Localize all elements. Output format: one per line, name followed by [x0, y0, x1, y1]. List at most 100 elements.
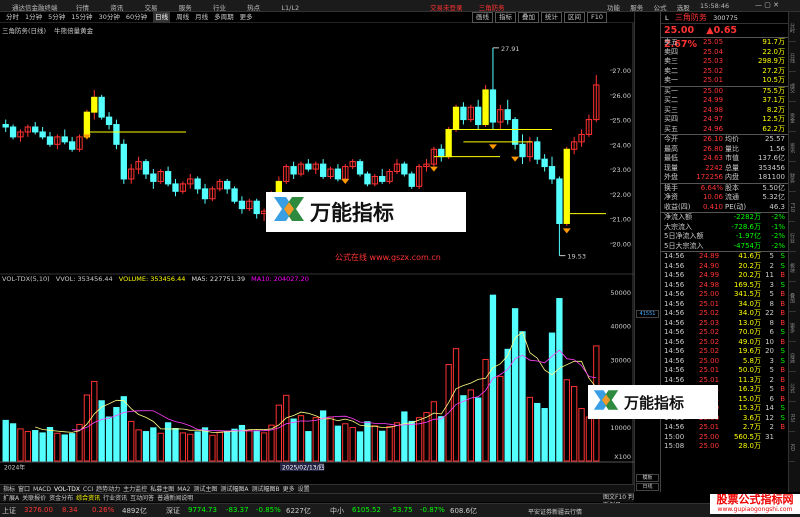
- tool-button-1[interactable]: 指标: [495, 12, 516, 23]
- tick-s: 14: [765, 404, 774, 412]
- tick-t: 14:56: [664, 280, 685, 289]
- price-tick: 22.00: [612, 191, 631, 199]
- volume-bar: [556, 298, 563, 462]
- candle-body: [46, 136, 54, 145]
- menu-l2[interactable]: L1/L2: [281, 4, 299, 12]
- ask-qty: 22.0万: [762, 47, 785, 56]
- volume-bar: [438, 416, 445, 462]
- period-tab-6[interactable]: 日线: [153, 12, 171, 23]
- info-tab-0[interactable]: 扩展A: [3, 495, 19, 503]
- tick-row: 14:56 25.01 50.0万 5 B: [661, 366, 788, 376]
- tick-row: 14:56 25.00 5.8万 3 S: [661, 357, 788, 367]
- kline-chart[interactable]: 27.91 19.53 27.00 26.00 25.00 24.00 23.00 22.0…: [0, 23, 634, 485]
- flow-row: 5日净流入额 -1.97亿 -2%: [661, 232, 788, 242]
- info-tab-6[interactable]: 普通新闻说明: [157, 495, 193, 503]
- vol-name[interactable]: VOL-TDX(5,10): [2, 275, 50, 283]
- stat-l1: 最低: [664, 154, 678, 162]
- menu-select[interactable]: 选股: [677, 4, 690, 12]
- menu-bar: 通达信金融终端 行情 资讯 交易 服务 行业 热点 L1/L2 交易未登录 三角…: [0, 0, 800, 12]
- volume-bar: [401, 411, 408, 462]
- period-tab-2[interactable]: 5分钟: [48, 12, 65, 23]
- ask-lbl: 卖一: [664, 76, 678, 84]
- tick-p: 25.02: [699, 337, 720, 346]
- stock-code: 300775: [713, 14, 738, 22]
- side-tab-8[interactable]: 板块: [789, 252, 796, 282]
- side-tab-12[interactable]: 公式: [789, 372, 796, 402]
- period-tab-7[interactable]: 周线: [176, 12, 189, 23]
- side-tab-10[interactable]: 更多: [789, 312, 796, 342]
- bid-qty: 37.1万: [762, 96, 785, 104]
- menu-svc[interactable]: 服务: [630, 4, 643, 12]
- volume-bar: [327, 416, 334, 462]
- period-tab-4[interactable]: 30分钟: [99, 12, 120, 23]
- side-tab-1[interactable]: 日线: [789, 42, 796, 72]
- period-tab-5[interactable]: 60分钟: [126, 12, 147, 23]
- menu-market[interactable]: 行情: [76, 4, 89, 12]
- login-status[interactable]: 交易未登录: [430, 4, 463, 12]
- window-controls[interactable]: — ▢ ✕: [755, 1, 779, 9]
- side-tab-13[interactable]: RSI: [789, 402, 795, 432]
- side-tab-5[interactable]: 财务: [789, 162, 796, 192]
- menu-func[interactable]: 功能: [607, 4, 620, 12]
- tick-list[interactable]: 14:56 24.89 41.6万 5 S 14:56 24.90 20.2万 2 S 14:56 2…: [661, 252, 788, 452]
- period-tab-1[interactable]: 1分钟: [25, 12, 42, 23]
- side-tab-7[interactable]: 行业: [789, 222, 796, 252]
- tick-v: 28.0万: [738, 442, 761, 450]
- menu-service[interactable]: 服务: [179, 4, 192, 12]
- tick-s: 11: [765, 271, 774, 279]
- tick-row: 14:56 25.02 49.0万 10 B: [661, 338, 788, 348]
- price-change: ▲0.65: [706, 25, 738, 36]
- ask-qty: 298.9万: [757, 57, 785, 65]
- high-label: 27.91: [501, 45, 520, 53]
- period-tab-8[interactable]: 月线: [195, 12, 208, 23]
- menu-trade[interactable]: 交易: [144, 4, 157, 12]
- watermark-logo-2: 万能指标: [588, 385, 718, 419]
- side-tab-11[interactable]: 自选: [789, 342, 796, 372]
- side-tab-9[interactable]: 叠加: [789, 282, 796, 312]
- info-tab-5[interactable]: 互动问答: [130, 495, 154, 503]
- info-tab-2[interactable]: 资金分布: [49, 495, 73, 503]
- volume-bar: [216, 431, 223, 462]
- side-tab-3[interactable]: 资金: [789, 102, 796, 132]
- menu-hot[interactable]: 热点: [247, 4, 260, 12]
- template-button[interactable]: 模板: [636, 474, 659, 482]
- candle-body: [556, 178, 563, 224]
- period-tab-3[interactable]: 15分钟: [71, 12, 92, 23]
- menu-formula[interactable]: 公式: [653, 4, 666, 12]
- tick-v: 34.0万: [738, 309, 761, 317]
- side-tab-2[interactable]: 成交: [789, 72, 796, 102]
- info-tab-1[interactable]: 关联报价: [22, 495, 46, 503]
- tick-d: B: [780, 318, 785, 327]
- tool-button-4[interactable]: 区间: [564, 12, 585, 23]
- side-tab-0[interactable]: 分时: [789, 12, 796, 42]
- daily-button[interactable]: 日线: [636, 483, 659, 491]
- info-tab-4[interactable]: 行业资讯: [103, 495, 127, 503]
- period-tab-9[interactable]: 多周期: [214, 12, 234, 23]
- tool-button-2[interactable]: 叠加: [518, 12, 539, 23]
- menu-news[interactable]: 资讯: [110, 4, 123, 12]
- stat-l1: 净资: [664, 193, 678, 201]
- volume-bar: [105, 416, 113, 462]
- volume-bar: [2, 419, 9, 462]
- year-label: 2024年: [4, 464, 25, 472]
- side-tab-4[interactable]: 资讯: [789, 132, 796, 162]
- candle-body: [2, 124, 9, 128]
- tick-row: 14:56 24.90 20.2万 2 S: [661, 262, 788, 272]
- ask-px: 25.02: [703, 66, 724, 75]
- tool-button-3[interactable]: 统计: [541, 12, 562, 23]
- tool-button-0[interactable]: 画线: [472, 12, 493, 23]
- tick-row: 14:56 24.89 41.6万 5 S: [661, 252, 788, 262]
- period-tab-10[interactable]: 更多: [240, 12, 253, 23]
- menu-industry[interactable]: 行业: [213, 4, 226, 12]
- side-tab-6[interactable]: F10: [789, 192, 795, 222]
- tick-d: B: [780, 375, 785, 384]
- flow-pct: -2%: [771, 232, 785, 240]
- volume-bar: [91, 380, 98, 462]
- period-tab-0[interactable]: 分时: [6, 12, 19, 23]
- flow-pct: -2%: [771, 241, 785, 250]
- tool-button-5[interactable]: F10: [587, 12, 608, 23]
- volume-bar: [68, 433, 76, 462]
- info-tab-3[interactable]: 综合资讯: [76, 495, 100, 503]
- side-tab-14[interactable]: KD: [789, 432, 795, 462]
- tick-row: 14:56 25.02 34.0万 22 B: [661, 309, 788, 319]
